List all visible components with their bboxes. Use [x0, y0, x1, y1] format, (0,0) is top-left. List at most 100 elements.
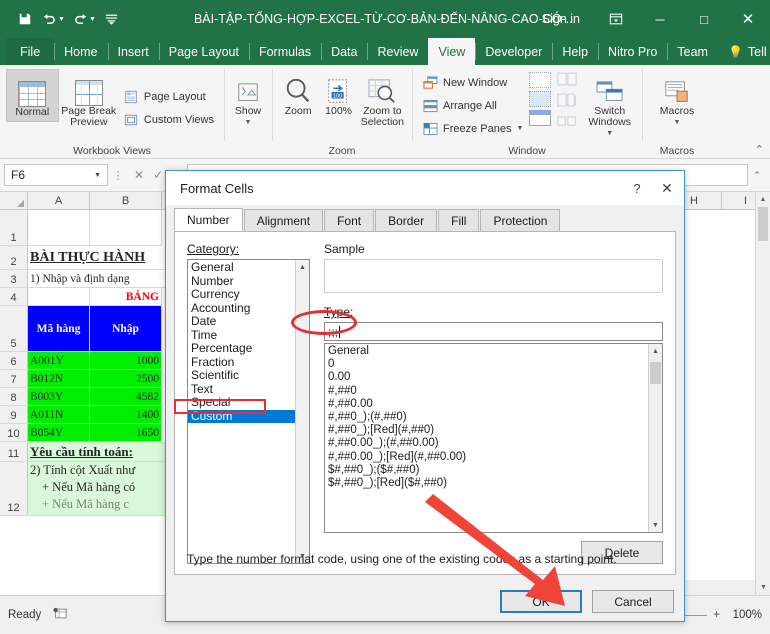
format-code-item[interactable]: General	[328, 345, 645, 358]
category-list[interactable]: General Number Currency Accounting Date …	[187, 259, 310, 564]
undo-icon[interactable]	[38, 8, 60, 30]
tell-me-button[interactable]: 💡 Tell me	[718, 38, 770, 65]
redo-dropdown-icon[interactable]: ▼	[89, 16, 98, 23]
page-break-preview-button[interactable]: Page Break Preview	[59, 69, 119, 131]
chevron-down-icon[interactable]: ▼	[245, 117, 252, 128]
format-code-item[interactable]: #,##0.00	[328, 398, 645, 411]
ribbon-tab-help[interactable]: Help	[552, 38, 598, 65]
cell-b10[interactable]: 1650	[90, 424, 162, 442]
customize-quick-access-icon[interactable]	[100, 8, 122, 30]
dialog-tab-protection[interactable]: Protection	[480, 209, 561, 231]
row-header-8[interactable]: 8	[0, 388, 28, 406]
chevron-down-icon[interactable]: ▼	[94, 172, 101, 179]
cell-b6[interactable]: 1000	[90, 352, 162, 370]
cell-b9[interactable]: 1400	[90, 406, 162, 424]
cell-b8[interactable]: 4582	[90, 388, 162, 406]
chevron-down-icon[interactable]: ▼	[606, 128, 613, 139]
minimize-button[interactable]: ─	[638, 0, 682, 38]
category-scrollbar[interactable]: ▲ ▼	[295, 260, 309, 563]
chevron-down-icon[interactable]: ▼	[674, 117, 681, 128]
cell-a1[interactable]	[28, 210, 90, 246]
category-item-text[interactable]: Text	[188, 382, 295, 397]
format-code-item[interactable]: #,##0	[328, 385, 645, 398]
cancel-button[interactable]: Cancel	[592, 590, 674, 613]
enter-icon[interactable]: ✓	[153, 168, 163, 182]
row-header-6[interactable]: 6	[0, 352, 28, 370]
column-header-a[interactable]: A	[28, 192, 90, 209]
row-header-9[interactable]: 9	[0, 406, 28, 424]
format-code-item[interactable]: $#,##0_);($#,##0)	[328, 464, 645, 477]
row-header-4[interactable]: 4	[0, 288, 28, 306]
zoom-level-label[interactable]: 100%	[728, 609, 762, 621]
show-button[interactable]: Show ▼	[230, 69, 266, 131]
dialog-tab-font[interactable]: Font	[324, 209, 375, 231]
cell-a4[interactable]	[28, 288, 90, 306]
format-code-item[interactable]: #,##0_);(#,##0)	[328, 411, 645, 424]
zoom-in-button[interactable]: +	[713, 609, 720, 621]
cell-a11[interactable]: Yêu cầu tính toán:	[28, 442, 168, 462]
ribbon-tab-data[interactable]: Data	[321, 38, 367, 65]
ribbon-tab-page-layout[interactable]: Page Layout	[158, 38, 249, 65]
cell-a6[interactable]: A001Y	[28, 352, 90, 370]
row-header-12[interactable]: 12	[0, 462, 28, 516]
category-item-special[interactable]: Special	[188, 395, 295, 410]
zoom-button[interactable]: Zoom	[278, 69, 318, 120]
save-icon[interactable]	[14, 8, 36, 30]
ribbon-tab-view[interactable]: View	[428, 38, 476, 65]
row-header-11[interactable]: 11	[0, 442, 28, 462]
ribbon-display-options-icon[interactable]	[594, 0, 638, 38]
ribbon-tab-review[interactable]: Review	[367, 38, 428, 65]
format-code-item[interactable]: 0	[328, 358, 645, 371]
category-item-custom[interactable]: Custom	[188, 409, 295, 423]
category-item-date[interactable]: Date	[188, 314, 295, 329]
new-window-button[interactable]: New Window	[418, 72, 527, 93]
normal-view-button[interactable]: Normal	[6, 69, 59, 122]
dialog-tab-alignment[interactable]: Alignment	[243, 209, 324, 231]
cell-a9[interactable]: A011N	[28, 406, 90, 424]
record-macro-icon[interactable]	[53, 607, 67, 623]
scroll-up-icon[interactable]: ▲	[756, 192, 770, 207]
ribbon-tab-developer[interactable]: Developer	[475, 38, 552, 65]
row-header-1[interactable]: 1	[0, 210, 28, 246]
ribbon-tab-nitro-pro[interactable]: Nitro Pro	[598, 38, 667, 65]
category-item-number[interactable]: Number	[188, 274, 295, 289]
cell-a8[interactable]: B003Y	[28, 388, 90, 406]
macros-button[interactable]: Macros ▼	[650, 69, 704, 131]
split-icon[interactable]	[529, 72, 552, 88]
category-item-time[interactable]: Time	[188, 328, 295, 343]
zoom-100-button[interactable]: 100 100%	[318, 69, 358, 120]
format-code-scroll-thumb[interactable]	[650, 362, 661, 384]
synchronous-scrolling-icon[interactable]	[557, 93, 577, 111]
format-code-scrollbar[interactable]: ▲ ▼	[648, 344, 662, 532]
page-layout-button[interactable]: Page Layout	[119, 86, 218, 107]
select-all-corner[interactable]	[0, 192, 28, 209]
maximize-button[interactable]: □	[682, 0, 726, 38]
row-header-5[interactable]: 5	[0, 306, 28, 352]
scroll-down-icon[interactable]: ▼	[756, 580, 770, 595]
name-box[interactable]: F6 ▼	[4, 164, 108, 186]
category-item-general[interactable]: General	[188, 260, 295, 275]
cell-a2[interactable]: BÀI THỰC HÀNH	[28, 246, 168, 270]
format-code-item[interactable]: #,##0_);[Red](#,##0)	[328, 424, 645, 437]
format-code-item[interactable]: #,##0.00_);[Red](#,##0.00)	[328, 451, 645, 464]
freeze-panes-button[interactable]: Freeze Panes ▼	[418, 118, 527, 139]
dialog-close-icon[interactable]: ✕	[652, 173, 682, 203]
category-item-currency[interactable]: Currency	[188, 287, 295, 302]
format-code-item[interactable]: 0.00	[328, 371, 645, 384]
row-header-3[interactable]: 3	[0, 270, 28, 288]
close-button[interactable]: ✕	[726, 0, 770, 38]
undo-dropdown-icon[interactable]: ▼	[58, 16, 67, 23]
ribbon-tab-team[interactable]: Team	[667, 38, 718, 65]
ribbon-tab-insert[interactable]: Insert	[107, 38, 159, 65]
scroll-down-icon[interactable]: ▼	[652, 518, 659, 532]
format-code-list[interactable]: General 0 0.00 #,##0 #,##0.00 #,##0_);(#…	[324, 343, 663, 533]
cancel-icon[interactable]: ✕	[134, 168, 144, 182]
dialog-tab-border[interactable]: Border	[375, 209, 438, 231]
cell-a3[interactable]: 1) Nhập và định dạng	[28, 270, 168, 288]
scroll-up-icon[interactable]: ▲	[296, 260, 309, 274]
category-item-scientific[interactable]: Scientific	[188, 368, 295, 383]
arrange-all-button[interactable]: Arrange All	[418, 95, 527, 116]
cell-a5[interactable]: Mã hàng	[37, 322, 81, 336]
type-input[interactable]: ;;;	[324, 322, 663, 341]
custom-views-button[interactable]: Custom Views	[119, 109, 218, 130]
